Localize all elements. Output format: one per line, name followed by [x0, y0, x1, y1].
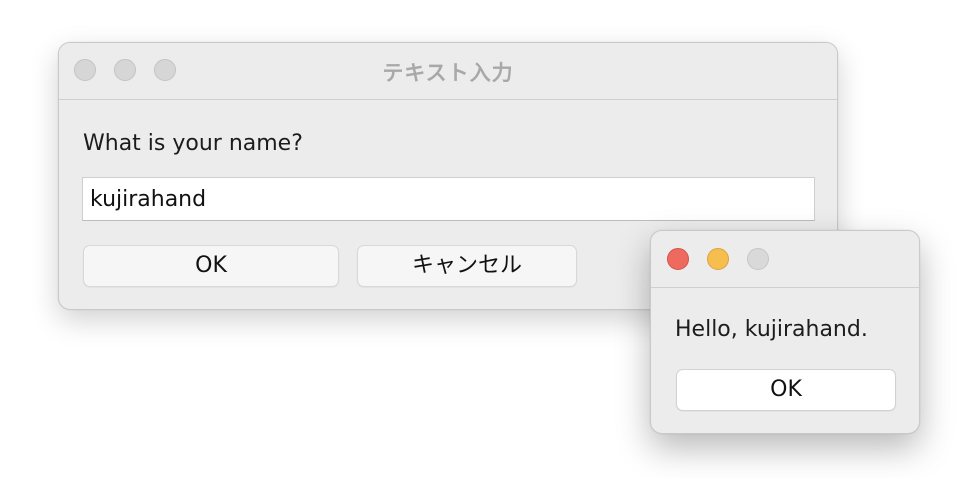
alert-titlebar[interactable] — [651, 231, 919, 288]
alert-ok-button[interactable]: OK — [676, 369, 896, 411]
dialog-titlebar[interactable]: テキスト入力 — [59, 43, 837, 100]
close-button[interactable] — [667, 248, 689, 270]
dialog-title: テキスト入力 — [382, 61, 514, 85]
zoom-button[interactable] — [747, 248, 769, 270]
greeting-alert-dialog: Hello, kujirahand. OK — [650, 230, 920, 434]
minimize-button[interactable] — [707, 248, 729, 270]
ok-button[interactable]: OK — [83, 245, 339, 287]
cancel-button[interactable]: キャンセル — [357, 245, 577, 287]
prompt-label: What is your name? — [83, 131, 303, 156]
alert-message: Hello, kujirahand. — [675, 317, 868, 342]
name-input[interactable] — [82, 177, 815, 221]
